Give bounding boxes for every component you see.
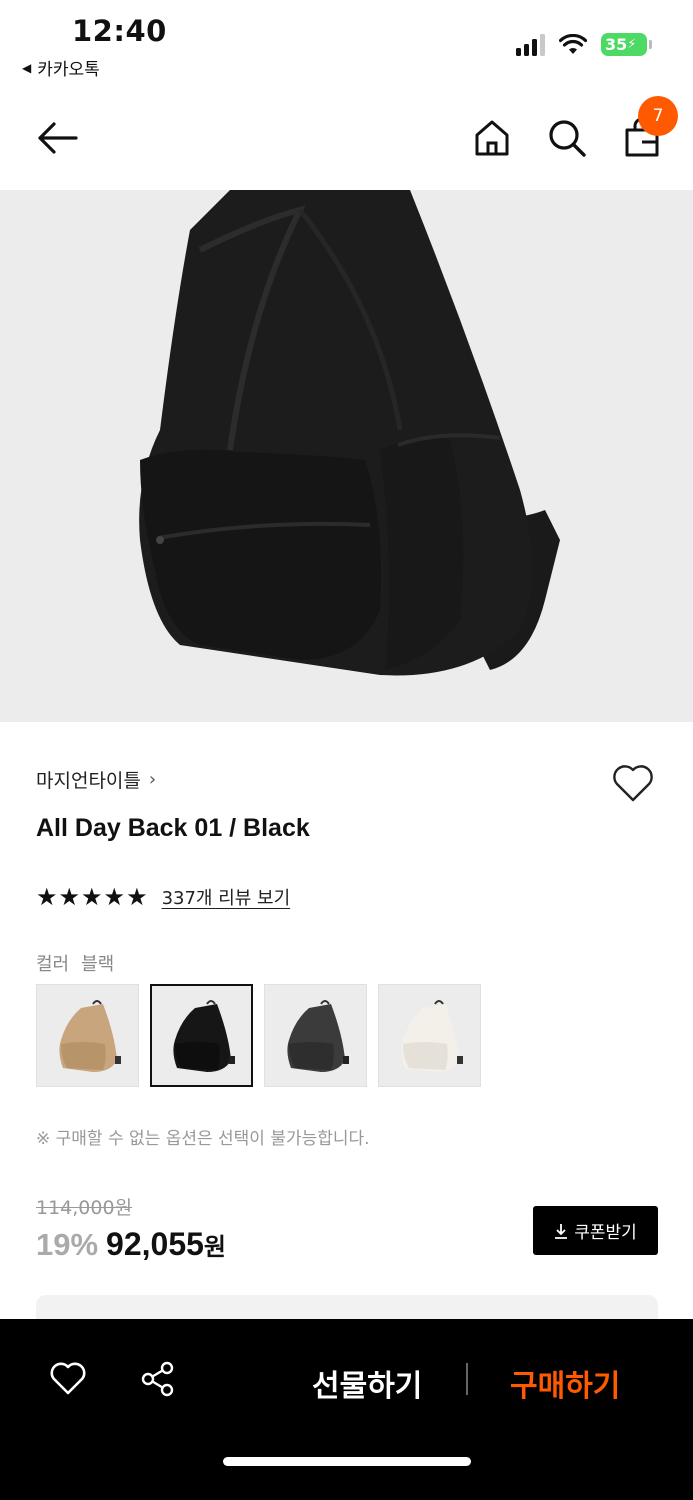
status-time: 12:40 <box>72 14 167 48</box>
color-label: 컬러 <box>36 954 70 975</box>
back-app-label: 카카오톡 <box>37 60 100 80</box>
backpack-image <box>139 190 560 676</box>
back-triangle-icon: ◀ <box>22 60 32 75</box>
home-indicator[interactable] <box>223 1457 471 1466</box>
gift-button[interactable]: 선물하기 <box>312 1361 422 1405</box>
cart-count-badge: 7 <box>638 96 678 136</box>
cellular-signal-icon <box>516 33 545 56</box>
button-divider <box>466 1363 468 1395</box>
option-notice: ※ 구매할 수 없는 옵션은 선택이 불가능합니다. <box>36 1129 370 1149</box>
bottom-action-bar: 선물하기 구매하기 <box>0 1319 693 1500</box>
battery-level: 35 <box>605 35 628 54</box>
star-rating: ★ ★ ★ ★ ★ <box>36 885 148 909</box>
star-icon: ★ <box>126 883 148 911</box>
reviews-link[interactable]: 337개 리뷰 보기 <box>162 884 291 910</box>
swatch-beige[interactable] <box>36 984 139 1087</box>
brand-name: 마지언타이틀 <box>36 770 141 792</box>
status-indicators: 35 ⚡ <box>516 33 652 56</box>
search-icon[interactable] <box>545 116 589 160</box>
coupon-button[interactable]: 쿠폰받기 <box>533 1206 658 1255</box>
chevron-right-icon: › <box>148 769 157 790</box>
share-icon[interactable] <box>138 1359 178 1399</box>
swatch-black[interactable] <box>150 984 253 1087</box>
top-navigation <box>0 90 693 190</box>
discount-rate: 19% <box>36 1227 99 1262</box>
back-arrow-icon[interactable] <box>34 118 80 158</box>
download-icon <box>555 1223 568 1239</box>
wifi-icon <box>559 33 587 54</box>
sale-price-amount: 92,055 <box>106 1226 204 1262</box>
star-icon: ★ <box>103 883 126 911</box>
brand-link[interactable]: 마지언타이틀 › <box>36 766 156 793</box>
buy-button[interactable]: 구매하기 <box>510 1361 620 1405</box>
charging-bolt-icon: ⚡ <box>627 37 637 52</box>
star-icon: ★ <box>36 883 58 911</box>
original-price: 114,000원 <box>36 1197 133 1219</box>
home-icon[interactable] <box>470 116 514 160</box>
coupon-label: 쿠폰받기 <box>574 1223 637 1243</box>
wishlist-heart-icon[interactable] <box>610 762 656 804</box>
currency-unit: 원 <box>203 1233 227 1261</box>
backpack-thumb-ivory <box>400 999 463 1072</box>
backpack-thumb-beige <box>58 999 121 1072</box>
color-swatches <box>36 984 481 1087</box>
product-image[interactable] <box>0 190 693 722</box>
swatch-ivory[interactable] <box>378 984 481 1087</box>
status-bar: 12:40 ◀ 카카오톡 35 ⚡ <box>0 0 693 90</box>
star-icon: ★ <box>81 883 103 911</box>
rating-row: ★ ★ ★ ★ ★ 337개 리뷰 보기 <box>36 884 290 910</box>
swatch-charcoal[interactable] <box>264 984 367 1087</box>
star-icon: ★ <box>58 883 81 911</box>
color-value: 블랙 <box>81 954 115 975</box>
sale-price: 92,055원 <box>106 1226 226 1263</box>
color-option-label: 컬러 블랙 <box>36 950 114 976</box>
wishlist-heart-icon[interactable] <box>48 1359 88 1397</box>
backpack-thumb-charcoal <box>286 999 349 1072</box>
backpack-thumb-black <box>172 999 235 1072</box>
battery-icon: 35 ⚡ <box>601 33 652 56</box>
product-title: All Day Back 01 / Black <box>36 814 310 842</box>
back-to-app-link[interactable]: ◀ 카카오톡 <box>22 55 100 80</box>
price-row: 19% 92,055원 <box>36 1226 226 1263</box>
